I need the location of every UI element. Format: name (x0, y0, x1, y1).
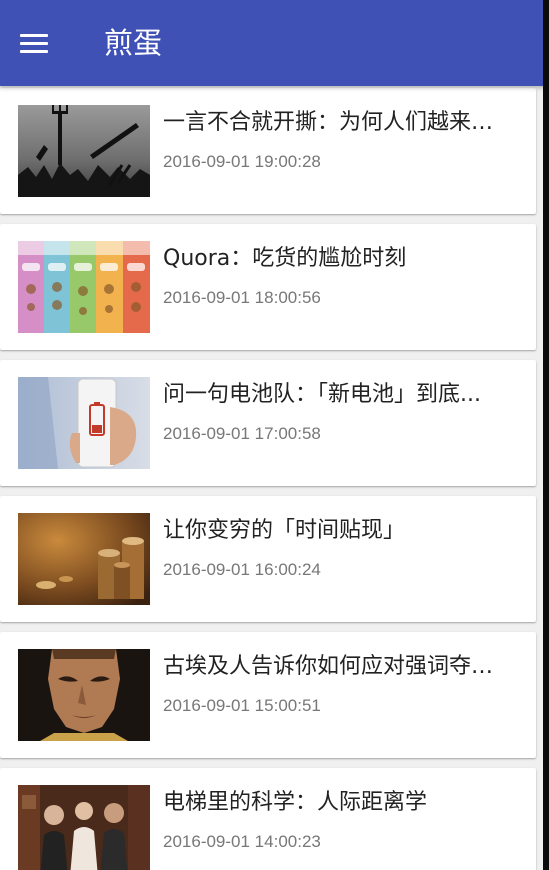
article-timestamp: 2016-09-01 16:00:24 (163, 560, 321, 579)
toolbar-title: 煎蛋 (104, 26, 163, 60)
app-toolbar: 煎蛋 (0, 0, 549, 86)
article-title: 一言不合就开撕：为何人们越来越... (163, 110, 503, 135)
menu-button[interactable] (8, 18, 60, 70)
coin-stacks-image (18, 513, 150, 605)
article-timestamp: 2016-09-01 17:00:58 (163, 424, 321, 443)
egyptian-bust-image (18, 649, 150, 741)
app-screen: 煎蛋 一言不合就开撕：为何人们越来越... 2016-09-01 19:00:2… (0, 0, 549, 870)
article-timestamp: 2016-09-01 18:00:56 (163, 288, 321, 307)
article-title: Quora：吃货的尴尬时刻 (163, 246, 407, 271)
article-card[interactable]: 问一句电池队：「新电池」到底... 2016-09-01 17:00:58 (0, 360, 536, 486)
article-thumbnail (18, 377, 150, 469)
article-card[interactable]: 一言不合就开撕：为何人们越来越... 2016-09-01 19:00:28 (0, 88, 536, 214)
article-card[interactable]: 电梯里的科学：人际距离学 2016-09-01 14:00:23 (0, 768, 536, 870)
article-thumbnail (18, 105, 150, 197)
article-timestamp: 2016-09-01 15:00:51 (163, 696, 321, 715)
article-title: 古埃及人告诉你如何应对强词夺理... (163, 654, 503, 679)
colorful-food-chart-image (18, 241, 150, 333)
article-thumbnail (18, 241, 150, 333)
article-card[interactable]: Quora：吃货的尴尬时刻 2016-09-01 18:00:56 (0, 224, 536, 350)
phone-low-battery-image (18, 377, 150, 469)
elevator-people-image (18, 785, 150, 870)
hamburger-menu-icon (20, 34, 48, 54)
article-timestamp: 2016-09-01 14:00:23 (163, 832, 321, 851)
article-thumbnail (18, 785, 150, 870)
article-timestamp: 2016-09-01 19:00:28 (163, 152, 321, 171)
article-title: 问一句电池队：「新电池」到底... (163, 382, 481, 407)
article-card[interactable]: 古埃及人告诉你如何应对强词夺理... 2016-09-01 15:00:51 (0, 632, 536, 758)
angry-mob-silhouettes-image (18, 105, 150, 197)
article-card[interactable]: 让你变穷的「时间贴现」 2016-09-01 16:00:24 (0, 496, 536, 622)
article-title: 电梯里的科学：人际距离学 (163, 790, 428, 815)
article-title: 让你变穷的「时间贴现」 (163, 518, 406, 543)
article-thumbnail (18, 513, 150, 605)
article-thumbnail (18, 649, 150, 741)
screen-edge (543, 0, 549, 870)
